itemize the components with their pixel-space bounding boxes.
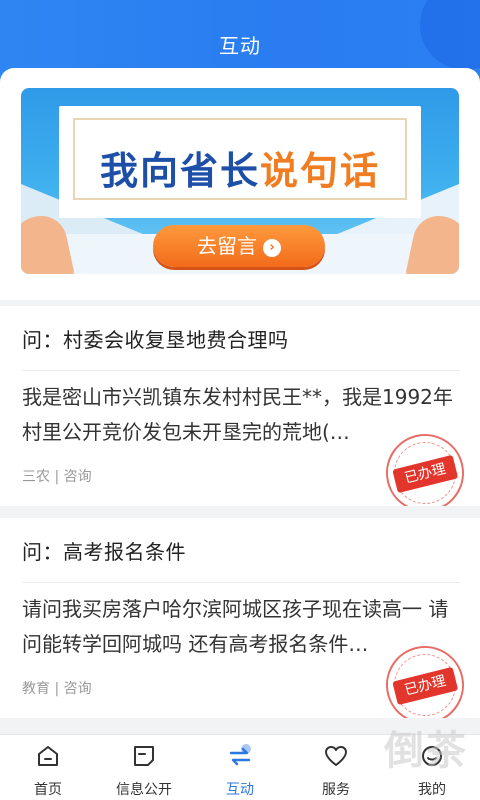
service-icon — [325, 746, 347, 766]
question-title: 问：村委会收复垦地费合理吗 — [22, 328, 289, 352]
banner-headline-part2: 说句话 — [260, 149, 381, 193]
question-body: 我是密山市兴凯镇东发村村民王**，我是1992年村里公开竞价发包未开垦完的荒地(… — [22, 385, 453, 444]
document-icon — [134, 746, 154, 766]
stamp-label: 已办理 — [392, 666, 459, 706]
interact-icon — [229, 744, 251, 766]
tab-home[interactable]: 首页 — [0, 735, 96, 800]
tab-label: 互动 — [226, 782, 254, 798]
banner-headline-part1: 我向省长 — [99, 149, 260, 193]
tab-label: 我的 — [418, 782, 446, 798]
question-card[interactable]: 问：高考报名条件 请问我买房落户哈尔滨阿城区孩子现在读高一 请问能转学回阿城吗 … — [0, 518, 480, 733]
section-gap — [0, 506, 480, 518]
banner-container: 我向省长说句话 去留言 › — [0, 68, 480, 300]
leave-message-label: 去留言 — [197, 234, 257, 258]
tab-label: 信息公开 — [116, 782, 172, 798]
tab-label: 服务 — [322, 782, 350, 798]
chevron-right-icon: › — [263, 239, 281, 257]
tab-service[interactable]: 服务 — [288, 735, 384, 800]
page-title: 互动 — [219, 34, 261, 58]
divider — [22, 582, 460, 583]
question-body: 请问我买房落户哈尔滨阿城区孩子现在读高一 请问能转学回阿城吗 还有高考报名条件… — [22, 597, 449, 656]
governor-message-banner[interactable]: 我向省长说句话 去留言 › — [21, 88, 459, 274]
banner-headline: 我向省长说句话 — [21, 140, 459, 195]
tab-interact[interactable]: 互动 — [192, 735, 288, 800]
leave-message-button[interactable]: 去留言 › — [153, 225, 325, 267]
question-card[interactable]: 问：村委会收复垦地费合理吗 我是密山市兴凯镇东发村村民王**，我是1992年村里… — [0, 306, 480, 521]
home-icon — [38, 746, 58, 766]
divider — [22, 370, 460, 371]
question-meta: 三农 | 咨询 — [22, 469, 92, 485]
tab-label: 首页 — [34, 782, 62, 798]
watermark-logo: 倒茶 — [384, 728, 468, 774]
question-meta: 教育 | 咨询 — [22, 681, 92, 697]
stamp-label: 已办理 — [392, 454, 459, 494]
tab-info-disclosure[interactable]: 信息公开 — [96, 735, 192, 800]
question-title: 问：高考报名条件 — [22, 540, 186, 564]
